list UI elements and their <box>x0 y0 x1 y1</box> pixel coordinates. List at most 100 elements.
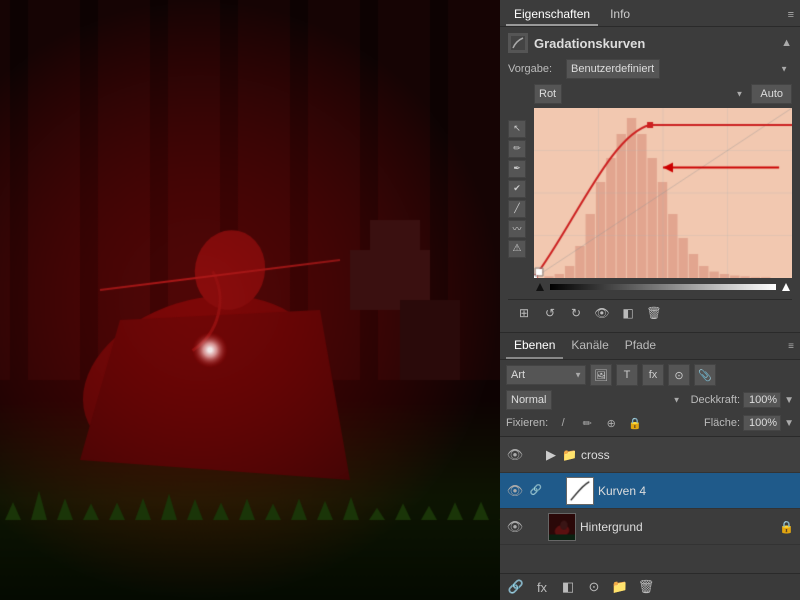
layer-filter-image[interactable]: 🖼 <box>590 364 612 386</box>
vorgabe-dropdown-wrapper: Benutzerdefiniert <box>566 59 792 79</box>
layer-name-hintergrund: Hintergrund <box>580 520 775 534</box>
layer-vis-hintergrund[interactable]: 👁 <box>506 518 524 536</box>
right-panel: Eigenschaften Info ≡ Gradationskurven ▲ … <box>500 0 800 600</box>
panel-menu-button[interactable]: ≡ <box>788 9 794 21</box>
art-dropdown[interactable]: Art <box>506 365 586 385</box>
channel-dropdown-wrapper: Rot <box>534 84 747 104</box>
curves-toolbar-redo[interactable]: ↻ <box>566 303 586 323</box>
layer-lock-icon: 🔒 <box>779 520 794 534</box>
layers-blend-row: Normal Deckkraft: ▼ <box>506 390 794 410</box>
channel-dropdown[interactable]: Rot <box>534 84 562 104</box>
layer-item-cross[interactable]: 👁 ▶ 📁 cross <box>500 437 800 473</box>
tab-info[interactable]: Info <box>602 4 638 26</box>
vorgabe-dropdown[interactable]: Benutzerdefiniert <box>566 59 660 79</box>
layer-item-kurven4[interactable]: 👁 🔗 Kurven 4 <box>500 473 800 509</box>
layers-bottom-toolbar: 🔗 fx ◧ ⊙ 📁 🗑 <box>500 573 800 600</box>
fix-position[interactable]: ⊕ <box>602 414 620 432</box>
fix-all[interactable]: 🔒 <box>626 414 644 432</box>
curves-panel-icon <box>508 33 528 53</box>
layers-panel-menu-button[interactable]: ≡ <box>788 341 794 352</box>
eyedropper2-tool[interactable]: ✒ <box>508 160 526 178</box>
pointer-tool[interactable]: ↖ <box>508 120 526 138</box>
curves-panel: Gradationskurven ▲ Vorgabe: Benutzerdefi… <box>500 27 800 333</box>
flaeche-label: Fläche: <box>704 417 740 429</box>
opacity-label: Deckkraft: <box>691 394 741 406</box>
blend-mode-dropdown[interactable]: Normal <box>506 390 552 410</box>
tab-pfade[interactable]: Pfade <box>617 333 664 359</box>
eyedropper3-tool[interactable]: ✔ <box>508 180 526 198</box>
vorgabe-row: Vorgabe: Benutzerdefiniert <box>508 59 792 79</box>
flaeche-input[interactable] <box>743 415 781 431</box>
layer-folder-shape: 📁 <box>562 448 577 462</box>
slider-white-point[interactable] <box>782 283 790 291</box>
layers-controls: Art 🖼 T fx ⊙ 📎 Normal Deckkraft: <box>500 360 800 437</box>
layers-link-button[interactable]: 🔗 <box>506 577 526 597</box>
smooth-tool[interactable]: 〰 <box>508 220 526 238</box>
vorgabe-label: Vorgabe: <box>508 63 560 75</box>
layers-fx-button[interactable]: fx <box>532 577 552 597</box>
layer-filter-fx[interactable]: fx <box>642 364 664 386</box>
layer-vis-kurven4[interactable]: 👁 <box>506 482 524 500</box>
opacity-input[interactable] <box>743 392 781 408</box>
layers-mask-button[interactable]: ◧ <box>558 577 578 597</box>
layer-filter-text[interactable]: T <box>616 364 638 386</box>
curves-collapse-button[interactable]: ▲ <box>781 37 792 49</box>
channel-row: ↖ ✏ ✒ ✔ ╱ 〰 ⚠ Rot Auto <box>508 84 792 293</box>
layer-thumb-kurven4 <box>566 477 594 505</box>
layers-delete-button[interactable]: 🗑 <box>636 577 656 597</box>
curves-toolbar-delete[interactable]: 🗑 <box>644 303 664 323</box>
fix-pixels[interactable]: ✏ <box>578 414 596 432</box>
fix-transparent[interactable]: / <box>554 414 572 432</box>
top-tabs: Eigenschaften Info ≡ <box>500 0 800 27</box>
curves-graph-area: Rot Auto <box>534 84 792 293</box>
main-image <box>0 0 500 600</box>
kurven4-thumb-canvas <box>567 478 593 504</box>
warning-tool[interactable]: ⚠ <box>508 240 526 258</box>
opacity-group: Deckkraft: ▼ <box>691 392 794 408</box>
tab-ebenen[interactable]: Ebenen <box>506 333 563 359</box>
layers-list: 👁 ▶ 📁 cross 👁 🔗 Kurven 4 👁 <box>500 437 800 573</box>
layer-filter-smart[interactable]: 📎 <box>694 364 716 386</box>
layers-panel: Ebenen Kanäle Pfade ≡ Art 🖼 T fx ⊙ 📎 <box>500 333 800 600</box>
blend-mode-wrapper: Normal <box>506 390 685 410</box>
curves-toolbar-reset[interactable]: ↺ <box>540 303 560 323</box>
channel-select-row: Rot Auto <box>534 84 792 104</box>
flaeche-dropdown-arrow[interactable]: ▼ <box>784 418 794 429</box>
tab-eigenschaften[interactable]: Eigenschaften <box>506 4 598 26</box>
layers-tabs: Ebenen Kanäle Pfade ≡ <box>500 333 800 360</box>
layer-vis-cross[interactable]: 👁 <box>506 446 524 464</box>
tab-kanaele[interactable]: Kanäle <box>563 333 616 359</box>
image-canvas <box>0 0 500 600</box>
layers-filter-row: Art 🖼 T fx ⊙ 📎 <box>506 364 794 386</box>
hintergrund-thumb-canvas <box>549 514 575 540</box>
curves-graph-container[interactable] <box>534 108 792 281</box>
layers-adjustment-button[interactable]: ⊙ <box>584 577 604 597</box>
art-dropdown-wrapper: Art <box>506 365 586 385</box>
layer-link-kurven4[interactable]: 🔗 <box>528 483 544 499</box>
curves-toolbar: ⊞ ↺ ↻ 👁 ◧ 🗑 <box>508 299 792 326</box>
slider-black-point[interactable] <box>536 283 544 291</box>
opacity-dropdown-arrow[interactable]: ▼ <box>784 395 794 406</box>
curves-icon-svg <box>511 36 525 50</box>
curves-header: Gradationskurven ▲ <box>508 33 792 53</box>
curves-title: Gradationskurven <box>534 36 645 51</box>
flaeche-group: Fläche: ▼ <box>704 415 794 431</box>
auto-button[interactable]: Auto <box>751 84 792 104</box>
curves-toolbar-grid[interactable]: ⊞ <box>514 303 534 323</box>
layers-fixieren-row: Fixieren: / ✏ ⊕ 🔒 Fläche: ▼ <box>506 414 794 432</box>
layer-item-hintergrund[interactable]: 👁 Hintergrund 🔒 <box>500 509 800 545</box>
layer-folder-icon: ▶ <box>546 447 556 463</box>
channel-tools: ↖ ✏ ✒ ✔ ╱ 〰 ⚠ <box>508 120 526 258</box>
eyedropper1-tool[interactable]: ✏ <box>508 140 526 158</box>
layer-link-hintergrund <box>528 519 544 535</box>
pencil-tool[interactable]: ╱ <box>508 200 526 218</box>
curves-toolbar-mask[interactable]: ◧ <box>618 303 638 323</box>
gradient-bar <box>550 284 776 290</box>
curves-toolbar-view[interactable]: 👁 <box>592 303 612 323</box>
layer-name-cross: cross <box>581 448 794 462</box>
layer-filter-adjustment[interactable]: ⊙ <box>668 364 690 386</box>
layers-group-button[interactable]: 📁 <box>610 577 630 597</box>
layer-thumb-hintergrund <box>548 513 576 541</box>
layer-name-kurven4: Kurven 4 <box>598 484 794 498</box>
fixieren-label: Fixieren: <box>506 417 548 429</box>
